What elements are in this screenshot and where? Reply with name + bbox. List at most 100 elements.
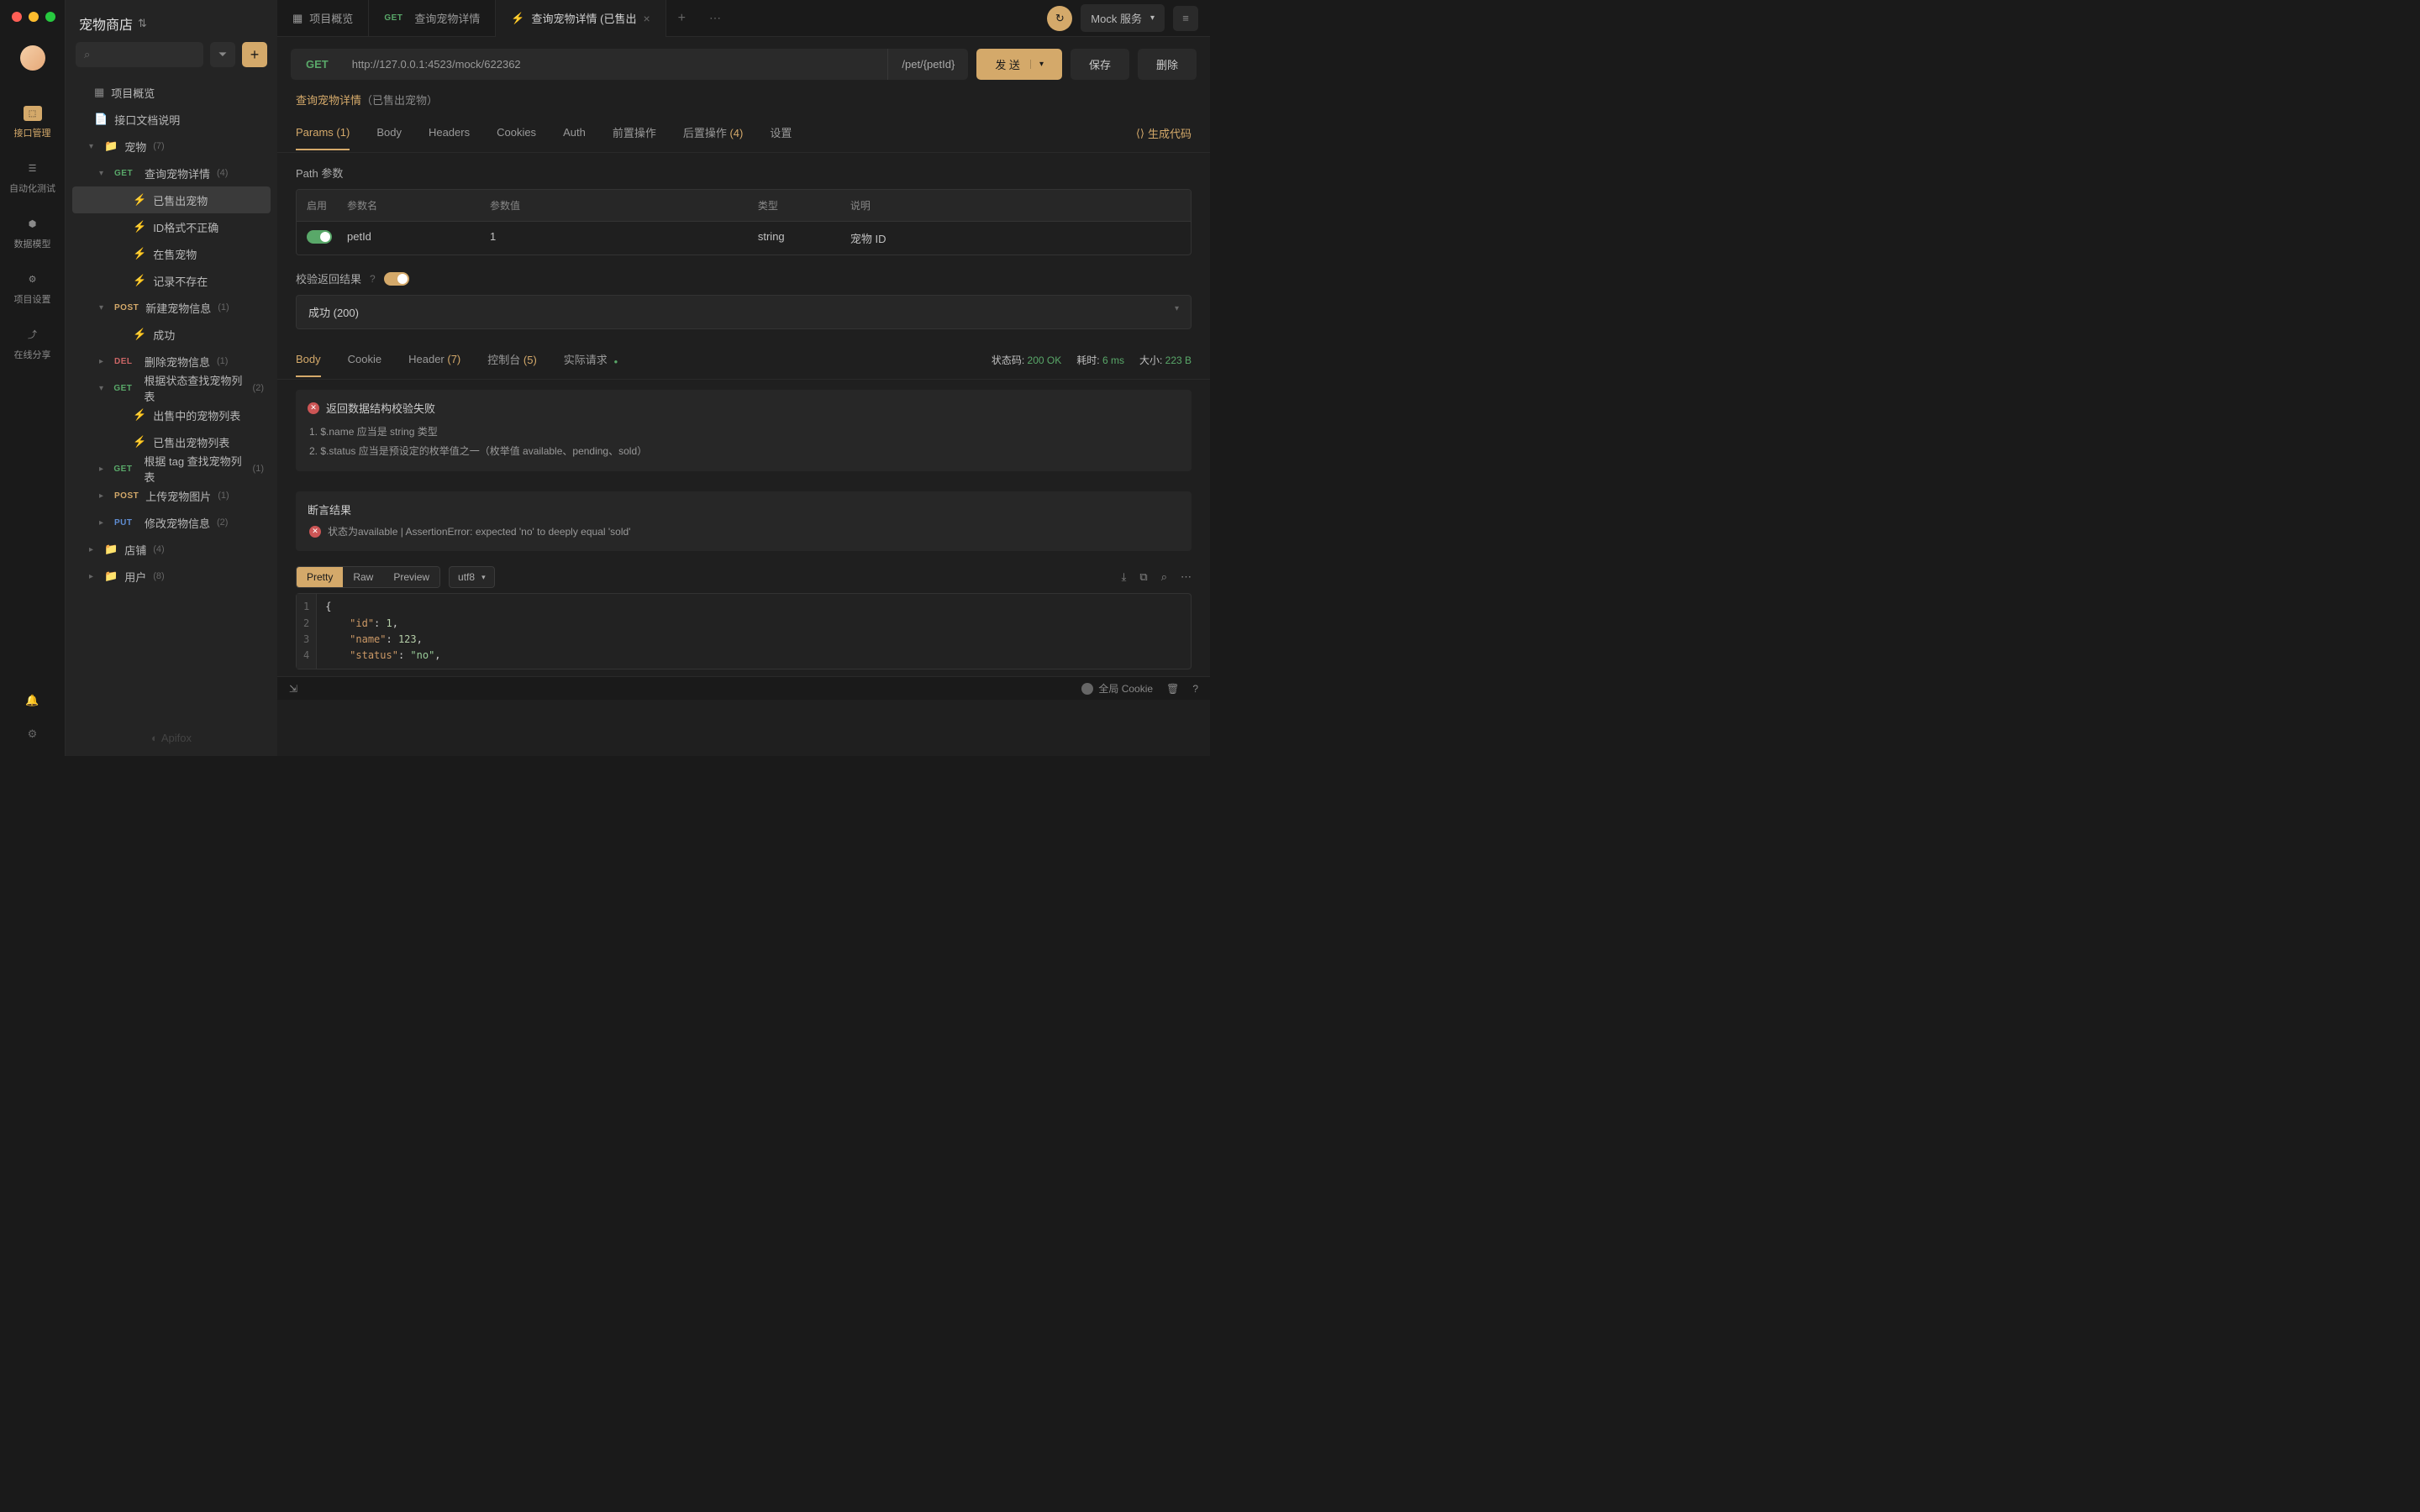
expected-status-select[interactable]: 成功 (200) ▾ — [296, 295, 1192, 329]
rail-automation[interactable]: ☰ 自动化测试 — [9, 160, 55, 195]
resp-tab-header[interactable]: Header (7) — [408, 343, 460, 377]
sidebar-static-item[interactable]: ▸📄接口文档说明 — [72, 106, 271, 133]
global-cookie-button[interactable]: 全局 Cookie — [1081, 681, 1153, 696]
bell-icon[interactable]: 🔔 — [25, 694, 39, 707]
project-dropdown-icon[interactable]: ⇅ — [138, 17, 147, 30]
tree-api[interactable]: ▸PUT修改宠物信息(2) — [72, 509, 271, 536]
tree-api[interactable]: ▾POST新建宠物信息(1) — [72, 294, 271, 321]
collapse-panel-icon[interactable]: ⇲ — [289, 683, 297, 695]
tree-folder[interactable]: ▸📁店铺(4) — [72, 536, 271, 563]
tab-cookies[interactable]: Cookies — [497, 116, 536, 150]
search-input[interactable]: ⌕ — [76, 42, 203, 67]
error-icon: ✕ — [309, 526, 321, 538]
assertion-item: 状态为available | AssertionError: expected … — [328, 522, 630, 542]
validate-toggle[interactable] — [384, 272, 409, 286]
search-icon: ⌕ — [84, 48, 90, 61]
window-close-dot[interactable] — [12, 12, 22, 22]
copy-icon[interactable]: ⧉ — [1139, 570, 1147, 584]
param-desc[interactable]: 宠物 ID — [840, 222, 1191, 255]
resp-tab-console[interactable]: 控制台 (5) — [487, 341, 537, 379]
search-code-icon[interactable]: ⌕ — [1161, 570, 1167, 584]
tabs-bar: ▦ 项目概览 GET 查询宠物详情 ⚡ 查询宠物详情 (已售出 × + ⋯ ↻ … — [277, 0, 1210, 37]
send-button[interactable]: 发 送 ▾ — [976, 49, 1062, 80]
env-select[interactable]: Mock 服务 ▾ — [1081, 4, 1165, 32]
tab-auth[interactable]: Auth — [563, 116, 586, 150]
tree-case[interactable]: ▸⚡ID格式不正确 — [72, 213, 271, 240]
tab-overview[interactable]: ▦ 项目概览 — [277, 0, 369, 37]
tab-more-button[interactable]: ⋯ — [697, 11, 733, 25]
encoding-select[interactable]: utf8 ▾ — [449, 566, 495, 588]
path-field[interactable]: /pet/{petId} — [887, 49, 968, 80]
col-enable: 启用 — [297, 190, 337, 221]
param-value[interactable]: 1 — [480, 222, 748, 255]
tab-case-active[interactable]: ⚡ 查询宠物详情 (已售出 × — [496, 0, 666, 37]
env-menu-button[interactable]: ≡ — [1173, 6, 1198, 31]
sync-icon[interactable]: ↻ — [1047, 6, 1072, 31]
tree-case[interactable]: ▸⚡在售宠物 — [72, 240, 271, 267]
resp-tab-body[interactable]: Body — [296, 343, 321, 377]
col-name: 参数名 — [337, 190, 480, 221]
generate-code-link[interactable]: ⟨⟩ 生成代码 — [1136, 125, 1192, 141]
help-icon[interactable]: ? — [370, 273, 376, 285]
url-field[interactable]: http://127.0.0.1:4523/mock/622362 — [344, 58, 529, 71]
avatar[interactable] — [20, 45, 45, 71]
tree-api[interactable]: ▸GET根据 tag 查找宠物列表(1) — [72, 455, 271, 482]
tree-case[interactable]: ▸⚡已售出宠物列表 — [72, 428, 271, 455]
tree-api[interactable]: ▾GET查询宠物详情(4) — [72, 160, 271, 186]
trash-icon[interactable]: 🗑 — [1166, 683, 1179, 695]
rail-share[interactable]: ⤴ 在线分享 — [14, 326, 51, 361]
error-icon: ✕ — [308, 402, 319, 414]
window-max-dot[interactable] — [45, 12, 55, 22]
more-icon[interactable]: ⋯ — [1181, 570, 1192, 584]
tree-folder[interactable]: ▸📁用户(8) — [72, 563, 271, 590]
rail-label: 接口管理 — [14, 126, 51, 139]
tab-api[interactable]: GET 查询宠物详情 — [369, 0, 496, 37]
method-select[interactable]: GET — [291, 58, 344, 71]
brackets-icon: ⟨⟩ — [1136, 127, 1144, 140]
path-params-title: Path 参数 — [277, 153, 1210, 189]
help-circle-icon[interactable]: ? — [1192, 683, 1198, 695]
save-button[interactable]: 保存 — [1071, 49, 1129, 80]
tab-params[interactable]: Params (1) — [296, 116, 350, 150]
resp-tab-cookie[interactable]: Cookie — [348, 343, 381, 377]
breadcrumb: 查询宠物详情（已售出宠物） — [277, 92, 1210, 114]
tree-api[interactable]: ▸DEL删除宠物信息(1) — [72, 348, 271, 375]
tree-case[interactable]: ▸⚡出售中的宠物列表 — [72, 402, 271, 428]
chevron-down-icon: ▾ — [481, 573, 486, 582]
brand-footer: ◐ Apifox — [66, 720, 277, 756]
pretty-button[interactable]: Pretty — [297, 567, 343, 587]
tree-case[interactable]: ▸⚡记录不存在 — [72, 267, 271, 294]
param-type[interactable]: string — [748, 222, 840, 255]
download-icon[interactable]: ⤓ — [1122, 570, 1127, 584]
schema-error-panel: ✕ 返回数据结构校验失败 1. $.name 应当是 string 类型 2. … — [296, 390, 1192, 471]
delete-button[interactable]: 删除 — [1138, 49, 1197, 80]
filter-button[interactable]: ⏷ — [210, 42, 235, 67]
tree-folder[interactable]: ▾📁宠物(7) — [72, 133, 271, 160]
rail-project-settings[interactable]: ⚙ 项目设置 — [14, 270, 51, 306]
rail-api-mgmt[interactable]: ⬚ 接口管理 — [14, 106, 51, 139]
tree-api[interactable]: ▾GET根据状态查找宠物列表(2) — [72, 375, 271, 402]
tab-headers[interactable]: Headers — [429, 116, 470, 150]
tab-body[interactable]: Body — [376, 116, 402, 150]
enable-toggle[interactable] — [307, 230, 332, 244]
preview-button[interactable]: Preview — [383, 567, 439, 587]
sidebar: 宠物商店 ⇅ ⌕ ⏷ + ▸▦项目概览▸📄接口文档说明▾📁宠物(7)▾GET查询… — [66, 0, 277, 756]
tree-case[interactable]: ▸⚡已售出宠物 — [72, 186, 271, 213]
tab-post[interactable]: 后置操作 (4) — [683, 114, 744, 152]
rail-data-model[interactable]: ⬢ 数据模型 — [14, 215, 51, 250]
add-button[interactable]: + — [242, 42, 267, 67]
raw-button[interactable]: Raw — [343, 567, 383, 587]
tree-api[interactable]: ▸POST上传宠物图片(1) — [72, 482, 271, 509]
close-icon[interactable]: × — [643, 12, 650, 25]
resp-tab-actual[interactable]: 实际请求 ● — [564, 341, 618, 379]
chevron-down-icon[interactable]: ▾ — [1030, 60, 1044, 69]
param-name[interactable]: petId — [337, 222, 480, 255]
gear-icon[interactable]: ⚙ — [28, 727, 38, 741]
tab-pre[interactable]: 前置操作 — [613, 114, 656, 152]
new-tab-button[interactable]: + — [666, 11, 697, 26]
tree-case[interactable]: ▸⚡成功 — [72, 321, 271, 348]
tab-settings[interactable]: 设置 — [770, 114, 792, 152]
sidebar-static-item[interactable]: ▸▦项目概览 — [72, 79, 271, 106]
response-status: 状态码: 200 OK 耗时: 6 ms 大小: 223 B — [992, 353, 1192, 367]
window-min-dot[interactable] — [29, 12, 39, 22]
